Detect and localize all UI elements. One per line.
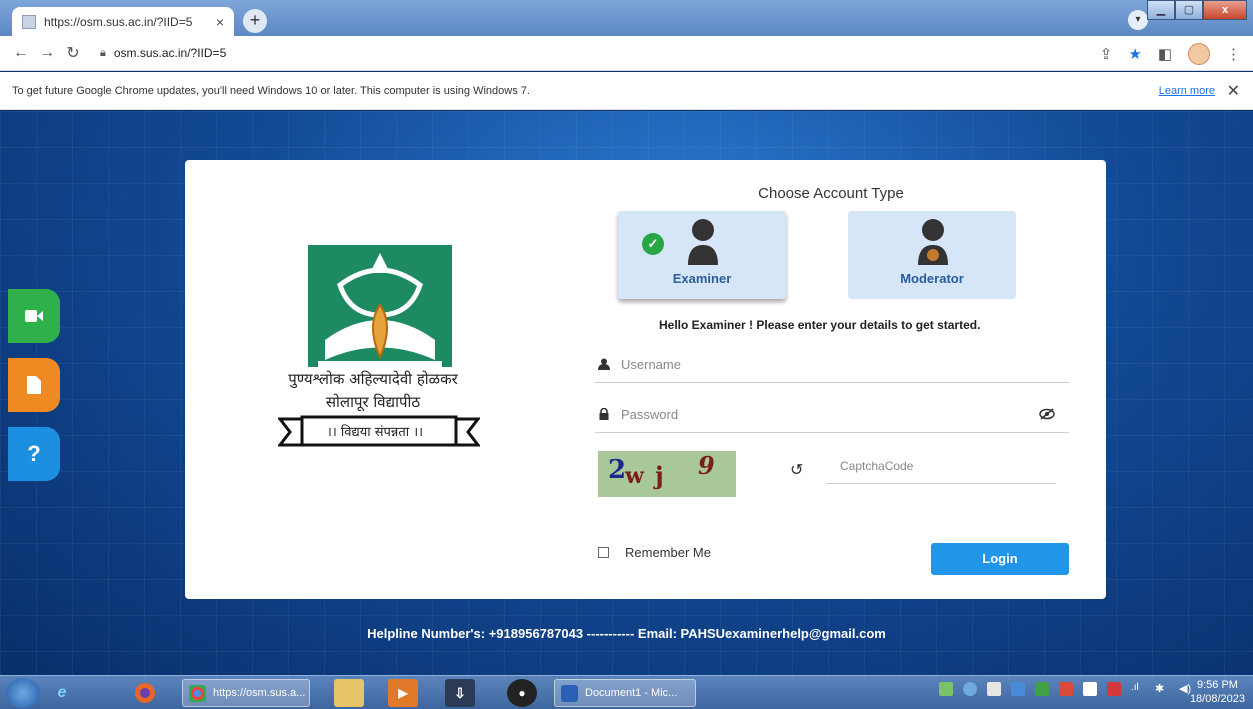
password-input[interactable] (621, 407, 1031, 422)
tray-sync-icon[interactable] (963, 682, 977, 696)
page-favicon-icon (22, 14, 36, 29)
taskbar-window-title: Document1 - Mic... (585, 687, 678, 699)
user-icon (598, 358, 610, 373)
password-field (595, 401, 1069, 433)
internet-explorer-icon[interactable]: e (47, 679, 77, 707)
side-panel-icon[interactable]: ◧ (1158, 45, 1172, 63)
browser-titlebar: https://osm.sus.ac.in/?IID=5 × + ▾ ▁ ▢ x (0, 0, 1253, 36)
chrome-icon (189, 685, 206, 702)
tray-network-icon[interactable] (939, 682, 953, 696)
reload-icon[interactable]: ↻ (60, 43, 86, 63)
user-shield-icon (918, 219, 948, 265)
minimize-button[interactable]: ▁ (1147, 0, 1175, 20)
windows-taskbar: e https://osm.sus.a... ▶ ⇩ ● Document1 -… (0, 675, 1253, 709)
eye-slash-icon[interactable] (1039, 407, 1055, 423)
helpline-footer: Helpline Number's: +918956787043 -------… (367, 626, 886, 641)
moderator-label: Moderator (900, 271, 964, 286)
toolbar-actions: ⇪ ★ ◧ ⋮ (1100, 36, 1241, 71)
browser-toolbar: ← → ↻ 🔒︎ osm.sus.ac.in/?IID=5 ⇪ ★ ◧ ⋮ (0, 36, 1253, 71)
signal-icon[interactable]: .ıl (1131, 682, 1145, 696)
file-explorer-icon[interactable] (334, 679, 364, 707)
tab-title: https://osm.sus.ac.in/?IID=5 (44, 14, 193, 29)
examiner-label: Examiner (672, 271, 732, 286)
logo-text-line2: सोलापूर विद्यापीठ (325, 393, 421, 411)
forward-arrow-icon[interactable]: → (34, 44, 60, 62)
app-download-icon[interactable]: ⇩ (445, 679, 475, 707)
bookmark-star-icon[interactable]: ★ (1128, 45, 1141, 63)
captcha-char: 2 (608, 455, 627, 485)
taskbar-word-window[interactable]: Document1 - Mic... (554, 679, 696, 707)
clock-date: 18/08/2023 (1189, 693, 1245, 705)
document-side-button[interactable] (8, 358, 60, 412)
choose-account-title: Choose Account Type (758, 185, 904, 202)
video-side-button[interactable] (8, 289, 60, 343)
taskbar-window-title: https://osm.sus.a... (213, 687, 306, 699)
close-window-button[interactable]: x (1203, 0, 1247, 20)
help-side-button[interactable]: ? (8, 427, 60, 481)
refresh-captcha-icon[interactable]: ↺ (790, 460, 803, 480)
tray-app-icon[interactable] (1035, 682, 1049, 696)
remember-me[interactable]: Remember Me (598, 545, 711, 560)
captcha-char: w (625, 463, 644, 489)
learn-more-link[interactable]: Learn more (1159, 85, 1215, 97)
document-icon (27, 376, 41, 394)
remember-me-label: Remember Me (625, 545, 711, 560)
infobar-message: To get future Google Chrome updates, you… (12, 84, 530, 97)
logo-motto: ।। विद्यया संपन्नता ।। (326, 425, 424, 440)
menu-kebab-icon[interactable]: ⋮ (1226, 45, 1241, 63)
address-bar[interactable]: osm.sus.ac.in/?IID=5 (114, 46, 226, 60)
update-infobar: To get future Google Chrome updates, you… (0, 72, 1253, 110)
welcome-message: Hello Examiner ! Please enter your detai… (659, 318, 981, 332)
moderator-account-option[interactable]: Moderator (848, 211, 1016, 299)
captcha-char: 9 (698, 451, 715, 480)
username-input[interactable] (621, 357, 1031, 372)
new-tab-button[interactable]: + (243, 9, 267, 33)
taskbar-chrome-window[interactable]: https://osm.sus.a... (182, 679, 310, 707)
tray-app-icon[interactable] (1011, 682, 1025, 696)
examiner-account-option[interactable]: ✓ Examiner (618, 211, 786, 299)
tray-app-icon[interactable] (1083, 682, 1097, 696)
username-field (595, 351, 1069, 383)
clock-time: 9:56 PM (1196, 679, 1238, 691)
window-controls: ▁ ▢ x (1147, 0, 1247, 20)
browser-tab[interactable]: https://osm.sus.ac.in/?IID=5 × (12, 7, 234, 36)
maximize-button[interactable]: ▢ (1175, 0, 1203, 20)
back-arrow-icon[interactable]: ← (8, 44, 34, 62)
logo-text-line1: पुण्यश्लोक अहिल्यादेवी होळकर (288, 370, 458, 388)
tab-close-button[interactable]: × (216, 14, 224, 30)
login-page: ? पुण्यश्लोक अहिल्यादेवी होळकर सोलापूर व… (0, 111, 1253, 675)
obs-icon[interactable]: ● (507, 679, 537, 707)
tab-search-chevron-icon[interactable]: ▾ (1128, 10, 1148, 30)
lock-icon[interactable]: 🔒︎ (100, 47, 106, 60)
tray-app-icon[interactable] (1107, 682, 1121, 696)
captcha-field (826, 451, 1056, 484)
infobar-close-button[interactable]: ✕ (1227, 81, 1240, 101)
lock-icon (598, 407, 610, 423)
profile-avatar[interactable] (1188, 42, 1210, 65)
video-camera-icon (25, 310, 43, 322)
captcha-char: j (655, 461, 664, 490)
captcha-input[interactable] (840, 459, 1050, 473)
system-tray: .ıl ✱ ◀) (939, 682, 1193, 696)
login-card: पुण्यश्लोक अहिल्यादेवी होळकर सोलापूर विद… (185, 160, 1106, 599)
remember-me-checkbox[interactable] (598, 547, 609, 558)
start-button[interactable] (6, 678, 40, 708)
firefox-icon[interactable] (130, 679, 160, 707)
tray-search-icon[interactable] (1059, 682, 1073, 696)
share-icon[interactable]: ⇪ (1100, 45, 1113, 63)
tray-flag-icon[interactable] (987, 682, 1001, 696)
user-icon (688, 219, 718, 265)
login-button[interactable]: Login (931, 543, 1069, 575)
media-player-icon[interactable]: ▶ (388, 679, 418, 707)
check-circle-icon: ✓ (642, 233, 664, 255)
bluetooth-icon[interactable]: ✱ (1155, 682, 1169, 696)
captcha-image: 2 w j 9 (598, 451, 736, 497)
system-clock[interactable]: 9:56 PM 18/08/2023 (1190, 678, 1245, 706)
word-icon (561, 685, 578, 702)
